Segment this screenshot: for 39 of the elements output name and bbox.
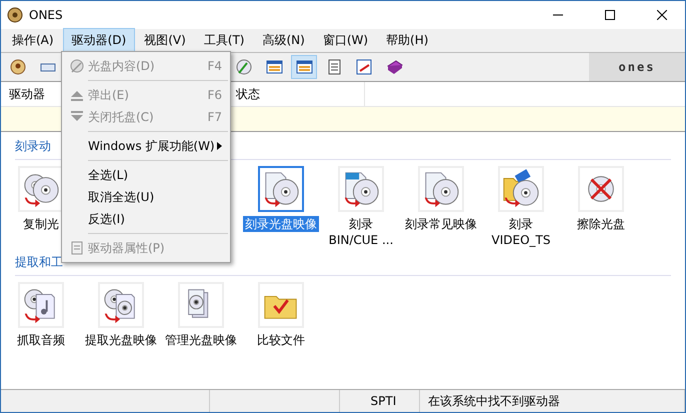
video-disc-icon [501, 169, 541, 209]
action-label: 管理光盘映像 [164, 332, 238, 348]
action-label: 刻录光盘映像 [243, 216, 319, 232]
disc-icon [69, 58, 85, 74]
menu-item[interactable]: 帮助(H) [377, 28, 438, 53]
book-icon [385, 58, 403, 76]
edit-icon [355, 58, 373, 76]
menu-item[interactable]: 操作(A) [3, 28, 63, 53]
action-label: 刻录常见映像 [404, 216, 478, 232]
action-label: 擦除光盘 [576, 216, 626, 232]
menu-item[interactable]: 高级(N) [253, 28, 314, 53]
menu-option[interactable]: 反选(I) [62, 208, 230, 230]
app-icon [9, 58, 27, 76]
panel-icon [265, 58, 283, 76]
action-label: 刻录 BIN/CUE ... [328, 216, 394, 248]
action-label: 抓取音频 [16, 332, 66, 348]
action-label: 复制光 [22, 216, 60, 232]
app-icon [7, 7, 23, 23]
status-text: 在该系统中找不到驱动器 [420, 390, 685, 412]
status-text: SPTI [340, 390, 420, 412]
toolbar-button[interactable] [291, 55, 317, 79]
menu-item[interactable]: 视图(V) [135, 28, 195, 53]
submenu-arrow-icon [217, 142, 222, 150]
action-label: 刻录 VIDEO_TS [490, 216, 552, 248]
menu-item[interactable]: 工具(T) [194, 28, 254, 53]
menu-item[interactable]: 驱动器(D) [62, 28, 136, 53]
panel-icon [295, 58, 313, 76]
action-tile[interactable] [258, 166, 304, 212]
action-label: 比较文件 [256, 332, 306, 348]
menu-option[interactable]: 取消全选(U) [62, 186, 230, 208]
menu-option[interactable]: Windows 扩展功能(W) [62, 135, 230, 157]
menu-item[interactable]: 窗口(W) [314, 28, 378, 53]
disc-icon [235, 58, 253, 76]
window-title: ONES [29, 8, 64, 22]
ones-logo: ones [589, 53, 685, 81]
close-icon [657, 10, 667, 20]
action-label: 提取光盘映像 [84, 332, 158, 348]
menu-option[interactable]: 全选(L) [62, 164, 230, 186]
maximize-icon [605, 10, 615, 20]
